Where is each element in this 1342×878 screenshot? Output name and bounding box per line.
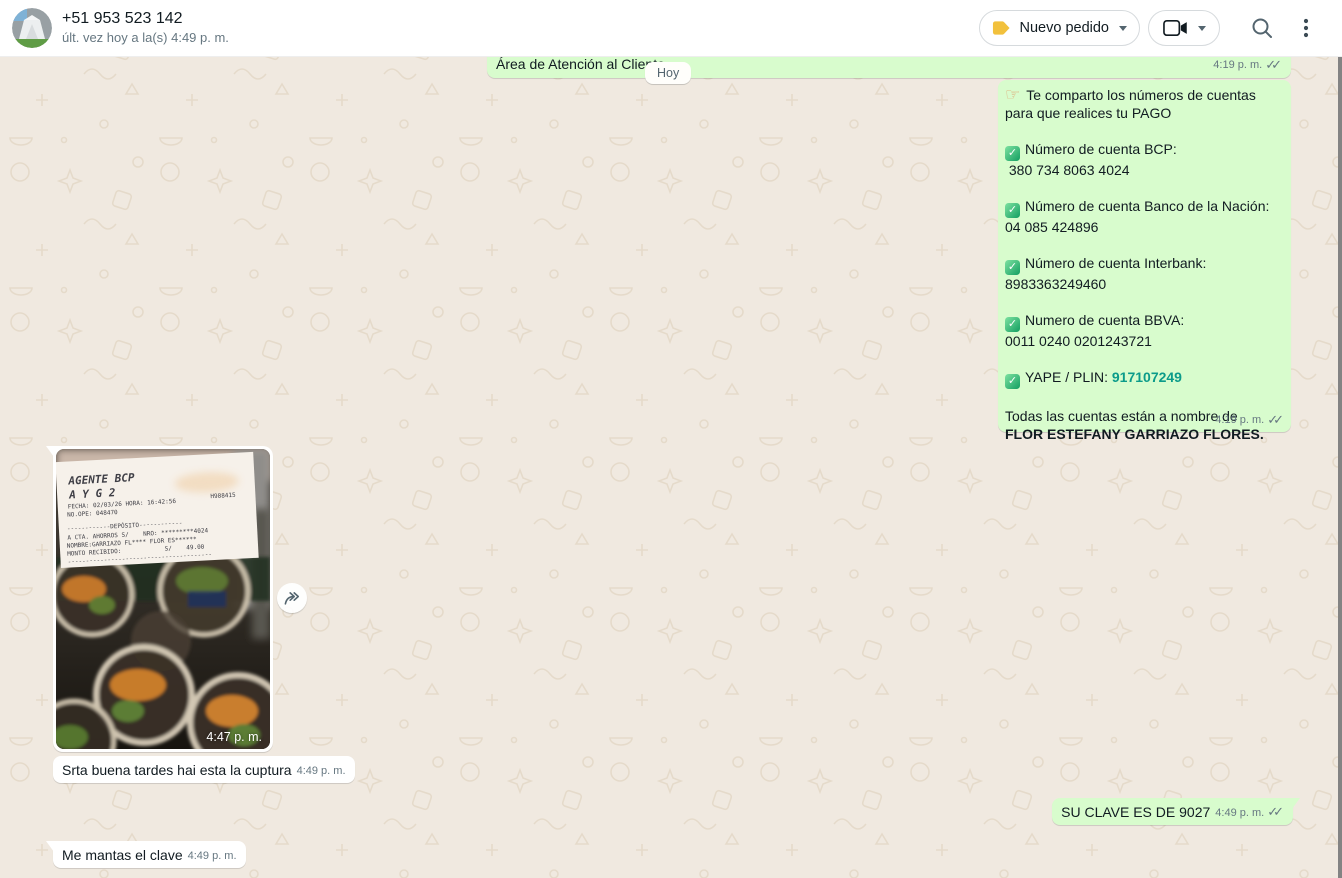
kebab-menu-icon bbox=[1303, 18, 1309, 38]
message-time: 4:47 p. m. bbox=[206, 730, 262, 744]
account-label: Número de cuenta Interbank: bbox=[1025, 255, 1207, 271]
video-call-button[interactable] bbox=[1148, 10, 1220, 46]
message-text: Te comparto los números de cuentas bbox=[1026, 87, 1256, 103]
delivered-checks-icon: ✓✓ bbox=[1267, 804, 1284, 819]
chevron-down-icon bbox=[1197, 25, 1206, 31]
message-outgoing[interactable]: SU CLAVE ES DE 9027 4:49 p. m. ✓✓ bbox=[1052, 798, 1300, 825]
account-label: Número de cuenta Banco de la Nación: bbox=[1025, 198, 1270, 214]
forward-button[interactable] bbox=[277, 583, 307, 613]
message-text: Me mantas el clave bbox=[62, 847, 183, 863]
account-number: 0011 0240 0201243721 bbox=[1005, 333, 1152, 349]
date-chip-label: Hoy bbox=[657, 66, 680, 80]
message-time: 4:49 p. m. bbox=[1215, 807, 1265, 819]
message-image[interactable]: AGENTE BCP A Y G 2 FECHA: 02/03/26 HORA:… bbox=[46, 446, 273, 752]
avatar-photo bbox=[12, 8, 52, 48]
message-accounts[interactable]: ☞ Te comparto los números de cuentas para… bbox=[998, 80, 1291, 442]
receipt-photo[interactable]: AGENTE BCP A Y G 2 FECHA: 02/03/26 HORA:… bbox=[56, 449, 270, 749]
account-number: 380 734 8063 4024 bbox=[1005, 162, 1130, 178]
chat-header: +51 953 523 142 últ. vez hoy a la(s) 4:4… bbox=[0, 0, 1342, 57]
forward-icon bbox=[284, 592, 300, 605]
message-text: para que realices tu PAGO bbox=[1005, 105, 1172, 121]
message-time: 4:49 p. m. bbox=[296, 765, 346, 777]
whatsapp-window: +51 953 523 142 últ. vez hoy a la(s) 4:4… bbox=[0, 0, 1342, 878]
contact-name[interactable]: +51 953 523 142 bbox=[62, 9, 229, 29]
account-number: 8983363249460 bbox=[1005, 276, 1107, 292]
check-mark-emoji: ✓ bbox=[1005, 374, 1020, 389]
pointing-right-emoji: ☞ bbox=[1005, 85, 1021, 104]
check-mark-emoji: ✓ bbox=[1005, 317, 1020, 332]
message-incoming[interactable]: Srta buena tardes hai esta la cuptura 4:… bbox=[53, 756, 355, 783]
receipt-line: A Y G 2 bbox=[68, 486, 116, 501]
avatar[interactable] bbox=[12, 8, 52, 48]
header-actions: Nuevo pedido bbox=[978, 8, 1342, 48]
new-order-button[interactable]: Nuevo pedido bbox=[978, 10, 1140, 46]
label-tag-icon bbox=[992, 21, 1010, 35]
search-button[interactable] bbox=[1242, 8, 1282, 48]
receipt-photo-image: AGENTE BCP A Y G 2 FECHA: 02/03/26 HORA:… bbox=[56, 449, 270, 749]
search-icon bbox=[1252, 18, 1272, 38]
check-mark-emoji: ✓ bbox=[1005, 260, 1020, 275]
message-incoming[interactable]: Me mantas el clave 4:49 p. m. bbox=[46, 841, 246, 868]
message-text: SU CLAVE ES DE 9027 bbox=[1061, 804, 1211, 820]
account-number: 04 085 424896 bbox=[1005, 219, 1099, 235]
new-order-label: Nuevo pedido bbox=[1019, 20, 1110, 36]
account-label: Numero de cuenta BBVA: bbox=[1025, 312, 1185, 328]
message-text: Área de Atención al Cliente bbox=[496, 56, 665, 72]
menu-button[interactable] bbox=[1286, 8, 1326, 48]
message-time: 4:19 p. m. bbox=[1213, 59, 1263, 71]
account-label: Número de cuenta BCP: bbox=[1025, 141, 1177, 157]
delivered-checks-icon: ✓✓ bbox=[1265, 57, 1282, 72]
account-label: YAPE / PLIN: bbox=[1025, 369, 1112, 385]
check-mark-emoji: ✓ bbox=[1005, 203, 1020, 218]
delivered-checks-icon: ✓✓ bbox=[1267, 412, 1284, 427]
check-mark-emoji: ✓ bbox=[1005, 146, 1020, 161]
receipt-line: H988415 bbox=[210, 492, 236, 500]
message-time: 4:19 p. m. bbox=[1215, 414, 1265, 426]
chat-scrollbar[interactable] bbox=[1338, 57, 1342, 878]
chevron-down-icon bbox=[1119, 25, 1127, 31]
video-camera-icon bbox=[1162, 19, 1187, 37]
date-chip: Hoy bbox=[645, 62, 692, 84]
message-text: Srta buena tardes hai esta la cuptura bbox=[62, 762, 292, 778]
message-time: 4:49 p. m. bbox=[187, 850, 237, 862]
phone-link[interactable]: 917107249 bbox=[1112, 369, 1182, 385]
last-seen-status: últ. vez hoy a la(s) 4:49 p. m. bbox=[62, 30, 229, 45]
